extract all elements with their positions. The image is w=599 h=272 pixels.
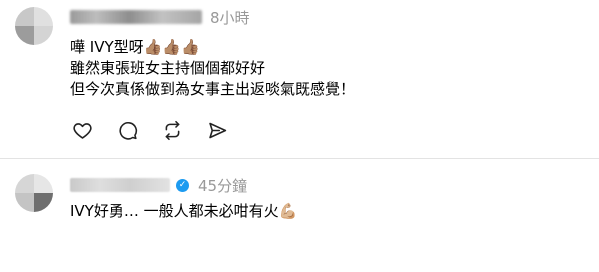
share-button[interactable] [206, 119, 228, 141]
comment-header: 8小時 [70, 6, 250, 28]
reply-button[interactable] [116, 119, 138, 141]
comment-text: IVY好勇… 一般人都未必咁有火💪🏼 [70, 201, 297, 222]
comment-line: 雖然東張班女主持個個都好好 [70, 59, 266, 77]
comment-header: ✓ 45分鐘 [70, 174, 247, 196]
share-icon [208, 122, 226, 138]
repost-icon [165, 120, 179, 140]
divider [0, 158, 599, 159]
comment-line: 但今次真係做到為女事主出返啖氣既感覺！ [70, 80, 356, 98]
comment-icon [118, 121, 137, 140]
comment-line: IVY好勇… 一般人都未必咁有火💪🏼 [70, 202, 298, 220]
verified-badge-icon: ✓ [176, 178, 189, 192]
comment-text: 嘩 IVY型呀👍🏽👍🏽👍🏽 雖然東張班女主持個個都好好 但今次真係做到為女事主出… [70, 37, 355, 100]
like-button[interactable] [71, 119, 93, 141]
action-bar [71, 119, 251, 141]
comment-line: 嘩 IVY型呀👍🏽👍🏽👍🏽 [70, 38, 200, 56]
username-blurred[interactable] [70, 10, 202, 24]
heart-icon [72, 122, 92, 139]
repost-button[interactable] [161, 119, 183, 141]
comment: 8小時 嘩 IVY型呀👍🏽👍🏽👍🏽 雖然東張班女主持個個都好好 但今次真係做到為… [0, 0, 599, 158]
avatar[interactable] [15, 174, 53, 212]
username-blurred[interactable] [70, 178, 170, 192]
timestamp: 45分鐘 [198, 176, 248, 195]
timestamp: 8小時 [210, 8, 250, 27]
avatar[interactable] [15, 7, 53, 45]
comment: ✓ 45分鐘 IVY好勇… 一般人都未必咁有火💪🏼 [0, 160, 599, 272]
